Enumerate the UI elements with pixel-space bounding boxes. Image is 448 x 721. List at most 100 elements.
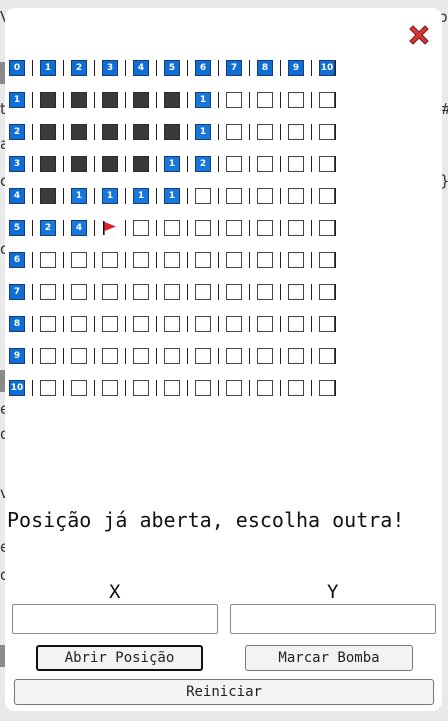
closed-cell[interactable] [102, 380, 118, 396]
closed-cell[interactable] [257, 92, 273, 108]
closed-cell[interactable] [288, 92, 304, 108]
closed-cell[interactable] [195, 220, 211, 236]
closed-cell[interactable] [288, 156, 304, 172]
closed-cell[interactable] [226, 380, 242, 396]
closed-cell[interactable] [71, 380, 87, 396]
cell-separator [87, 156, 102, 172]
closed-cell[interactable] [288, 284, 304, 300]
closed-cell[interactable] [133, 220, 149, 236]
closed-cell[interactable] [257, 252, 273, 268]
closed-cell[interactable] [40, 348, 56, 364]
closed-cell[interactable] [71, 284, 87, 300]
closed-cell[interactable] [257, 316, 273, 332]
closed-cell[interactable] [257, 124, 273, 140]
opened-cell [102, 156, 118, 172]
closed-cell[interactable] [288, 316, 304, 332]
closed-cell[interactable] [226, 124, 242, 140]
mark-bomb-button[interactable]: Marcar Bomba [245, 645, 413, 671]
closed-cell[interactable] [319, 124, 335, 140]
closed-cell[interactable] [195, 348, 211, 364]
closed-cell[interactable] [164, 220, 180, 236]
cell-separator [87, 348, 102, 364]
closed-cell[interactable] [226, 316, 242, 332]
board-row: 524 [9, 218, 339, 238]
board-row: 10 [9, 378, 339, 398]
cell-separator [25, 316, 40, 332]
closed-cell[interactable] [257, 380, 273, 396]
closed-cell[interactable] [319, 156, 335, 172]
closed-cell[interactable] [71, 252, 87, 268]
closed-cell[interactable] [226, 284, 242, 300]
closed-cell[interactable] [195, 188, 211, 204]
closed-cell[interactable] [288, 188, 304, 204]
cell-separator [118, 380, 133, 396]
closed-cell[interactable] [40, 252, 56, 268]
closed-cell[interactable] [288, 220, 304, 236]
closed-cell[interactable] [319, 348, 335, 364]
closed-cell[interactable] [164, 380, 180, 396]
closed-cell[interactable] [319, 188, 335, 204]
closed-cell[interactable] [40, 284, 56, 300]
cell-separator [56, 252, 71, 268]
closed-cell[interactable] [226, 92, 242, 108]
cell-separator [211, 92, 226, 108]
closed-cell[interactable] [288, 348, 304, 364]
closed-cell[interactable] [257, 284, 273, 300]
closed-cell[interactable] [226, 220, 242, 236]
cell-separator [211, 348, 226, 364]
closed-cell[interactable] [288, 124, 304, 140]
closed-cell[interactable] [195, 380, 211, 396]
cell-separator [242, 156, 257, 172]
cell-separator [211, 316, 226, 332]
minesweeper-modal: 0 1 2 3 4 5 6 7 8 9 10 1 1 2 1 3 1 2 4 1 1 1 1 5 2 4 6 7 8 9 10 Posiçã… [5, 8, 442, 711]
closed-cell[interactable] [71, 316, 87, 332]
closed-cell[interactable] [226, 188, 242, 204]
x-input[interactable] [12, 604, 218, 634]
closed-cell[interactable] [288, 380, 304, 396]
closed-cell[interactable] [319, 316, 335, 332]
closed-cell[interactable] [71, 348, 87, 364]
closed-cell[interactable] [40, 316, 56, 332]
closed-cell[interactable] [226, 252, 242, 268]
closed-cell[interactable] [133, 348, 149, 364]
column-header: 10 [319, 60, 335, 76]
closed-cell[interactable] [102, 348, 118, 364]
closed-cell[interactable] [288, 252, 304, 268]
closed-cell[interactable] [164, 284, 180, 300]
closed-cell[interactable] [133, 380, 149, 396]
y-input[interactable] [230, 604, 436, 634]
cell-separator [211, 252, 226, 268]
closed-cell[interactable] [102, 252, 118, 268]
open-position-button[interactable]: Abrir Posição [36, 645, 203, 671]
closed-cell[interactable] [195, 284, 211, 300]
closed-cell[interactable] [133, 316, 149, 332]
closed-cell[interactable] [102, 284, 118, 300]
closed-cell[interactable] [195, 252, 211, 268]
closed-cell[interactable] [319, 220, 335, 236]
closed-cell[interactable] [257, 220, 273, 236]
closed-cell[interactable] [257, 348, 273, 364]
closed-cell[interactable] [226, 348, 242, 364]
flag-icon[interactable] [102, 220, 118, 236]
closed-cell[interactable] [319, 252, 335, 268]
closed-cell[interactable] [164, 316, 180, 332]
closed-cell[interactable] [133, 252, 149, 268]
closed-cell[interactable] [40, 380, 56, 396]
closed-cell[interactable] [319, 284, 335, 300]
closed-cell[interactable] [133, 284, 149, 300]
closed-cell[interactable] [102, 316, 118, 332]
closed-cell[interactable] [164, 348, 180, 364]
closed-cell[interactable] [226, 156, 242, 172]
cell-separator [273, 380, 288, 396]
closed-cell[interactable] [319, 92, 335, 108]
cell-separator [180, 124, 195, 140]
reset-button[interactable]: Reiniciar [14, 679, 434, 705]
cell-separator [211, 124, 226, 140]
closed-cell[interactable] [195, 316, 211, 332]
close-button[interactable] [404, 20, 434, 50]
closed-cell[interactable] [319, 380, 335, 396]
closed-cell[interactable] [257, 156, 273, 172]
closed-cell[interactable] [257, 188, 273, 204]
cell-separator [211, 220, 226, 236]
closed-cell[interactable] [164, 252, 180, 268]
